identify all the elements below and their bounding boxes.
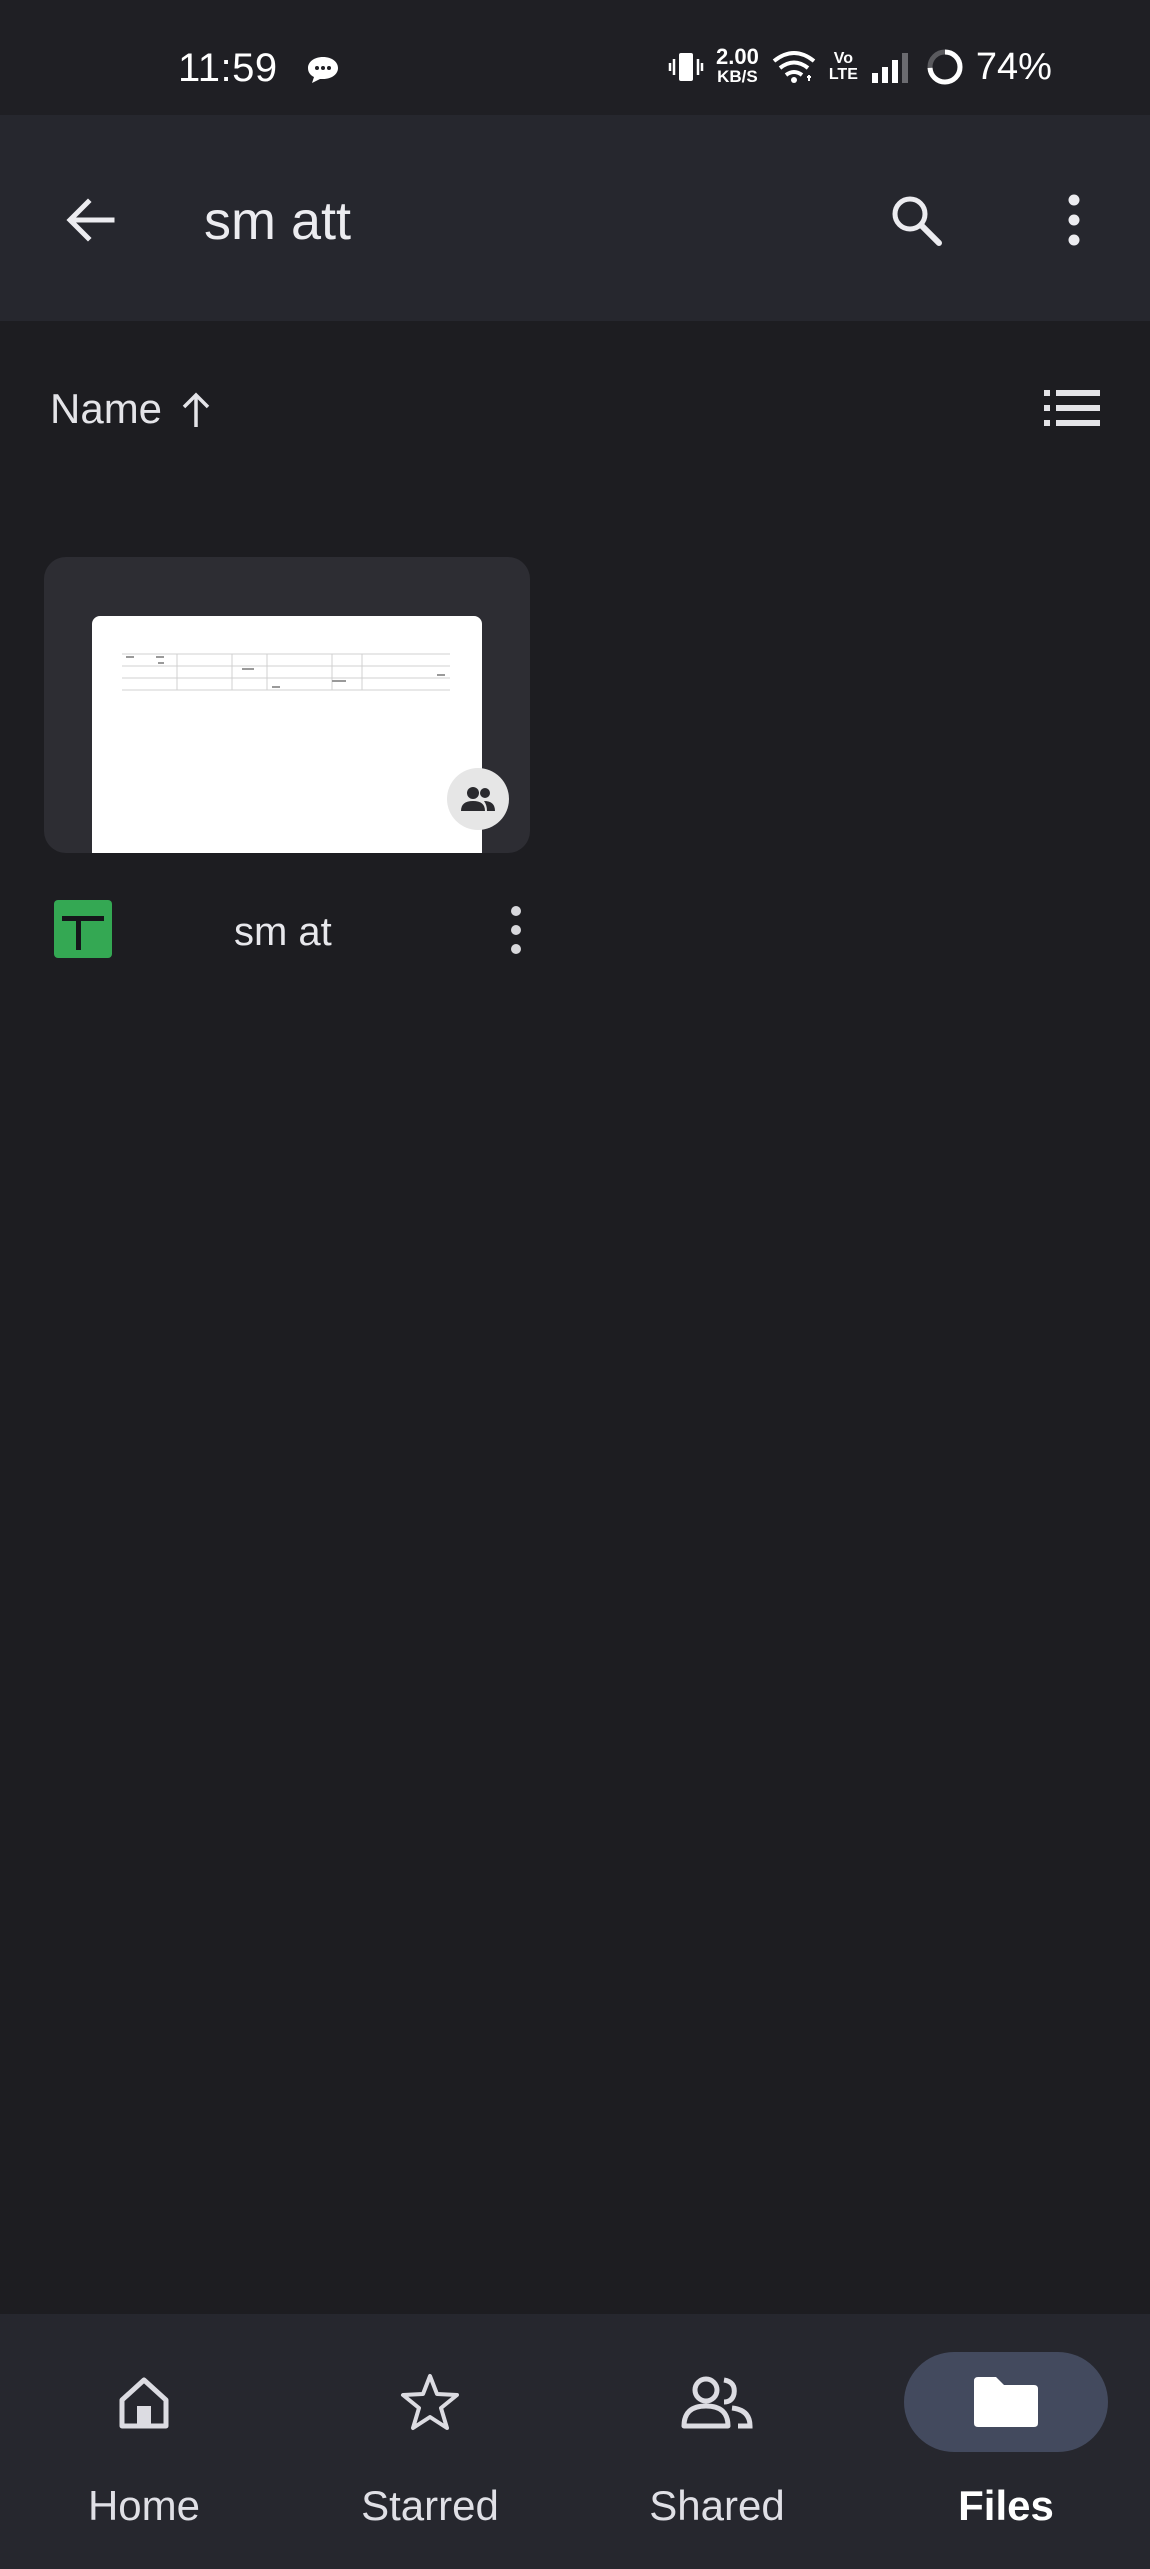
star-icon	[401, 2374, 459, 2430]
folder-title: sm att	[204, 191, 352, 251]
spreadsheet-preview	[122, 653, 450, 691]
app-bar	[0, 115, 1150, 321]
sort-label: Name	[50, 385, 163, 432]
nav-shared-label: Shared	[649, 2482, 785, 2529]
file-name[interactable]: sm at	[234, 910, 332, 955]
back-button[interactable]	[44, 174, 136, 266]
home-icon	[119, 2377, 169, 2429]
back-arrow-icon	[66, 198, 115, 242]
list-view-icon	[1044, 390, 1100, 426]
sort-control[interactable]: Name	[50, 376, 214, 442]
more-options-button[interactable]	[1028, 174, 1120, 266]
shared-badge	[447, 768, 509, 830]
network-speed: 2.00 KB/S	[716, 44, 759, 87]
nav-files-label: Files	[958, 2482, 1054, 2529]
volte-top-text: Vo	[833, 50, 853, 67]
vibrate-icon	[668, 53, 704, 81]
more-vert-icon	[511, 906, 521, 954]
nav-files-icon-wrap	[904, 2352, 1108, 2452]
nav-starred-label: Starred	[361, 2482, 499, 2529]
nav-starred-icon-wrap	[328, 2352, 532, 2452]
more-vert-icon	[1068, 194, 1080, 246]
nav-home-label: Home	[87, 2482, 201, 2529]
status-indicators: 2.00 KB/S Vo LTE 74%	[668, 44, 1052, 90]
people-icon	[461, 787, 495, 811]
file-thumbnail	[92, 616, 482, 853]
list-view-button[interactable]	[1036, 372, 1108, 444]
nav-home[interactable]: Home	[24, 2314, 264, 2569]
battery-ring-icon	[927, 49, 963, 85]
folder-icon	[974, 2377, 1038, 2427]
nav-shared[interactable]: Shared	[597, 2314, 837, 2569]
bottom-navigation: Home Starred Shared Files	[0, 2314, 1150, 2569]
volte-icon: Vo LTE	[829, 51, 858, 83]
signal-icon	[871, 53, 908, 83]
nav-starred[interactable]: Starred	[310, 2314, 550, 2569]
network-speed-unit: KB/S	[717, 67, 758, 86]
people-icon	[681, 2376, 753, 2429]
nav-shared-icon-wrap	[615, 2352, 819, 2452]
google-sheets-icon	[54, 900, 112, 958]
arrow-up-icon	[182, 392, 210, 427]
volte-bottom-text: LTE	[828, 66, 858, 83]
chat-notification-icon	[308, 57, 338, 83]
search-button[interactable]	[870, 174, 962, 266]
search-icon	[892, 196, 942, 246]
wifi-icon	[772, 51, 816, 83]
battery-percent: 74%	[975, 45, 1052, 88]
file-more-button[interactable]	[486, 896, 546, 964]
nav-files[interactable]: Files	[886, 2314, 1126, 2569]
file-card[interactable]	[44, 557, 530, 853]
nav-home-icon-wrap	[42, 2352, 246, 2452]
network-speed-value: 2.00	[716, 44, 759, 69]
status-time: 11:59	[178, 46, 278, 90]
file-info-row: sm at	[44, 880, 530, 980]
